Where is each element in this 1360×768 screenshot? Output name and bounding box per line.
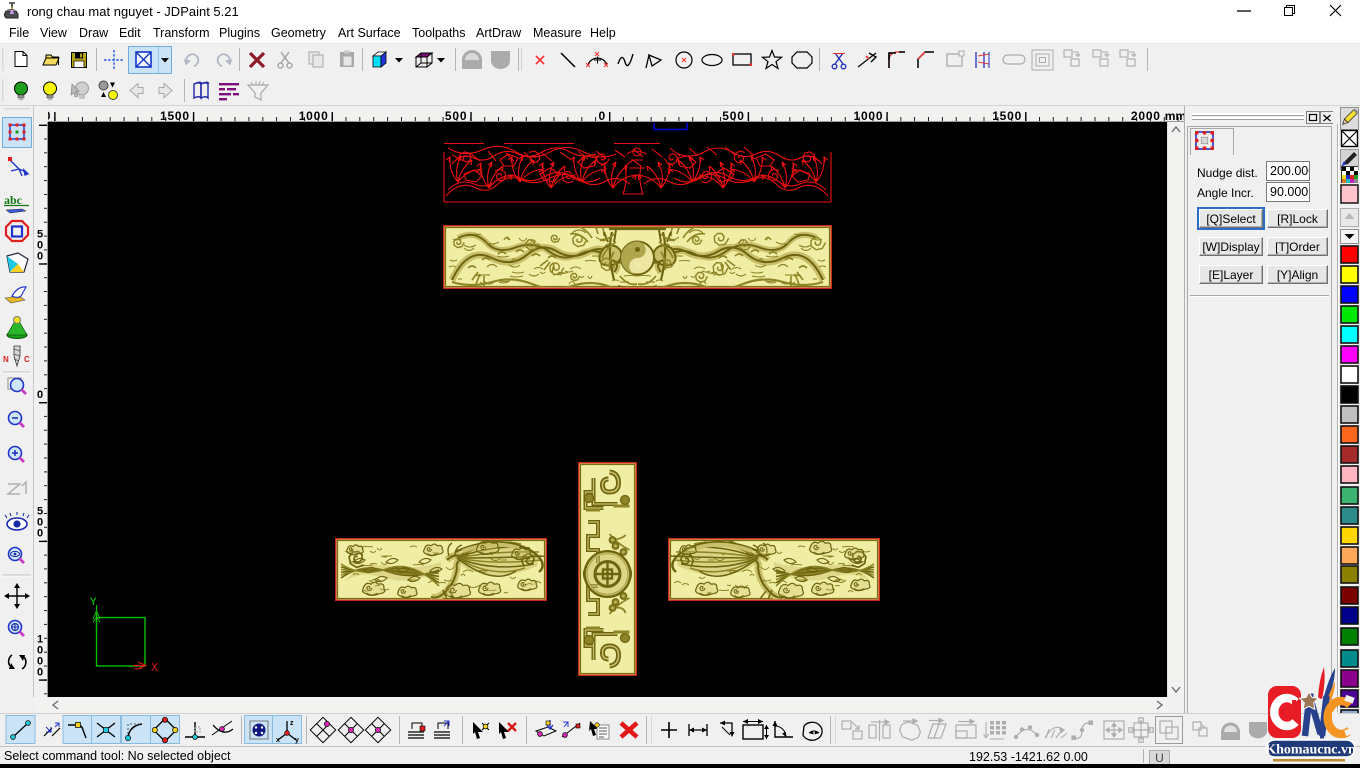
svg-text:0: 0 <box>37 122 43 124</box>
svg-text:z: z <box>290 720 294 727</box>
svg-text:0: 0 <box>599 109 606 122</box>
svg-text:1500: 1500 <box>992 109 1022 122</box>
svg-text:1500: 1500 <box>160 109 190 122</box>
svg-text:mm: mm <box>1165 109 1184 122</box>
svg-text:0: 0 <box>37 389 43 401</box>
svg-text:0: 0 <box>37 528 43 540</box>
svg-text:1000: 1000 <box>853 109 883 122</box>
svg-text:0: 0 <box>37 250 43 262</box>
svg-text:0: 0 <box>37 666 43 678</box>
svg-text:Y: Y <box>90 597 97 609</box>
svg-text:2000: 2000 <box>1131 109 1161 122</box>
svg-text:x: x <box>276 737 280 744</box>
svg-text:500: 500 <box>445 109 467 122</box>
svg-text:1000: 1000 <box>299 109 329 122</box>
svg-text:Khomaucnc.vn: Khomaucnc.vn <box>1265 743 1356 758</box>
svg-text:N: N <box>3 355 9 364</box>
svg-text:C: C <box>24 355 30 364</box>
svg-text:500: 500 <box>722 109 744 122</box>
svg-text:X: X <box>151 661 158 675</box>
svg-text:abc: abc <box>4 193 23 207</box>
svg-text:y: y <box>295 737 299 744</box>
